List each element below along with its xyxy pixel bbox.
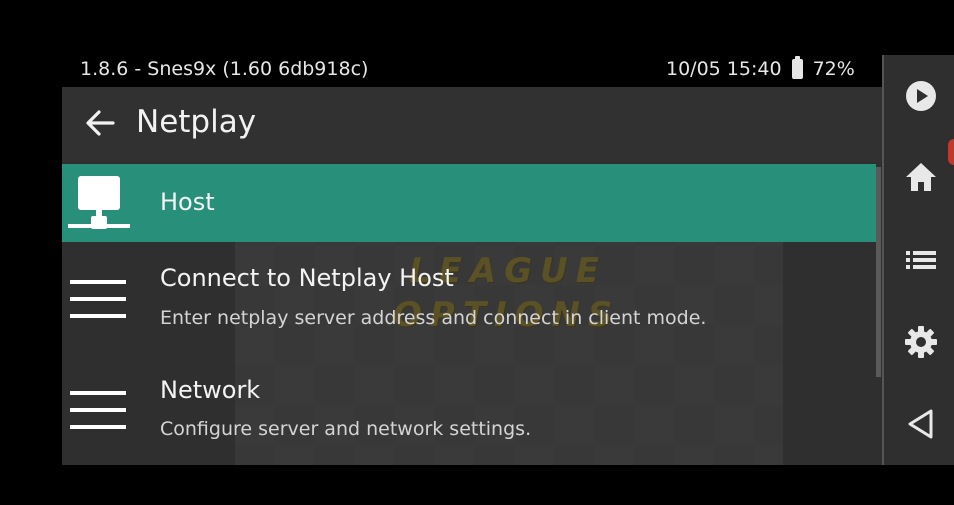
home-icon[interactable] xyxy=(904,160,938,194)
play-icon[interactable] xyxy=(904,79,938,113)
menu-item-label: Network xyxy=(160,376,261,404)
menu-item-sublabel: Configure server and network settings. xyxy=(160,418,532,440)
menu-item-sublabel: Enter netplay server address and connect… xyxy=(160,307,707,329)
battery-icon xyxy=(791,56,803,79)
battery-level-label: 72% xyxy=(812,58,855,80)
datetime-label: 10/05 15:40 xyxy=(666,58,782,80)
menu-lines-icon xyxy=(70,280,126,318)
list-icon[interactable] xyxy=(904,243,938,277)
app-version-label: 1.8.6 - Snes9x (1.60 6db918c) xyxy=(80,58,369,80)
menu-item-label: Host xyxy=(160,188,215,216)
network-host-icon xyxy=(68,176,130,229)
scrollbar[interactable] xyxy=(876,167,881,377)
menu-lines-icon xyxy=(70,391,126,429)
menu-item-host[interactable]: Host xyxy=(62,164,876,242)
header-bar: Netplay xyxy=(62,87,882,162)
notification-dot xyxy=(948,139,954,165)
back-arrow-icon[interactable] xyxy=(80,103,120,143)
page-title: Netplay xyxy=(136,104,257,140)
menu-item-connect-netplay-host[interactable]: Connect to Netplay Host Enter netplay se… xyxy=(62,244,876,354)
menu-item-network[interactable]: Network Configure server and network set… xyxy=(62,355,876,465)
back-triangle-icon[interactable] xyxy=(904,407,938,441)
navigation-rail xyxy=(882,55,954,465)
netplay-panel: 2P VS LEAGUE OPTIONS Netplay Host Connec… xyxy=(62,87,882,465)
menu-item-label: Connect to Netplay Host xyxy=(160,264,454,292)
gear-icon[interactable] xyxy=(904,325,938,359)
status-right: 10/05 15:40 72% xyxy=(666,56,855,80)
